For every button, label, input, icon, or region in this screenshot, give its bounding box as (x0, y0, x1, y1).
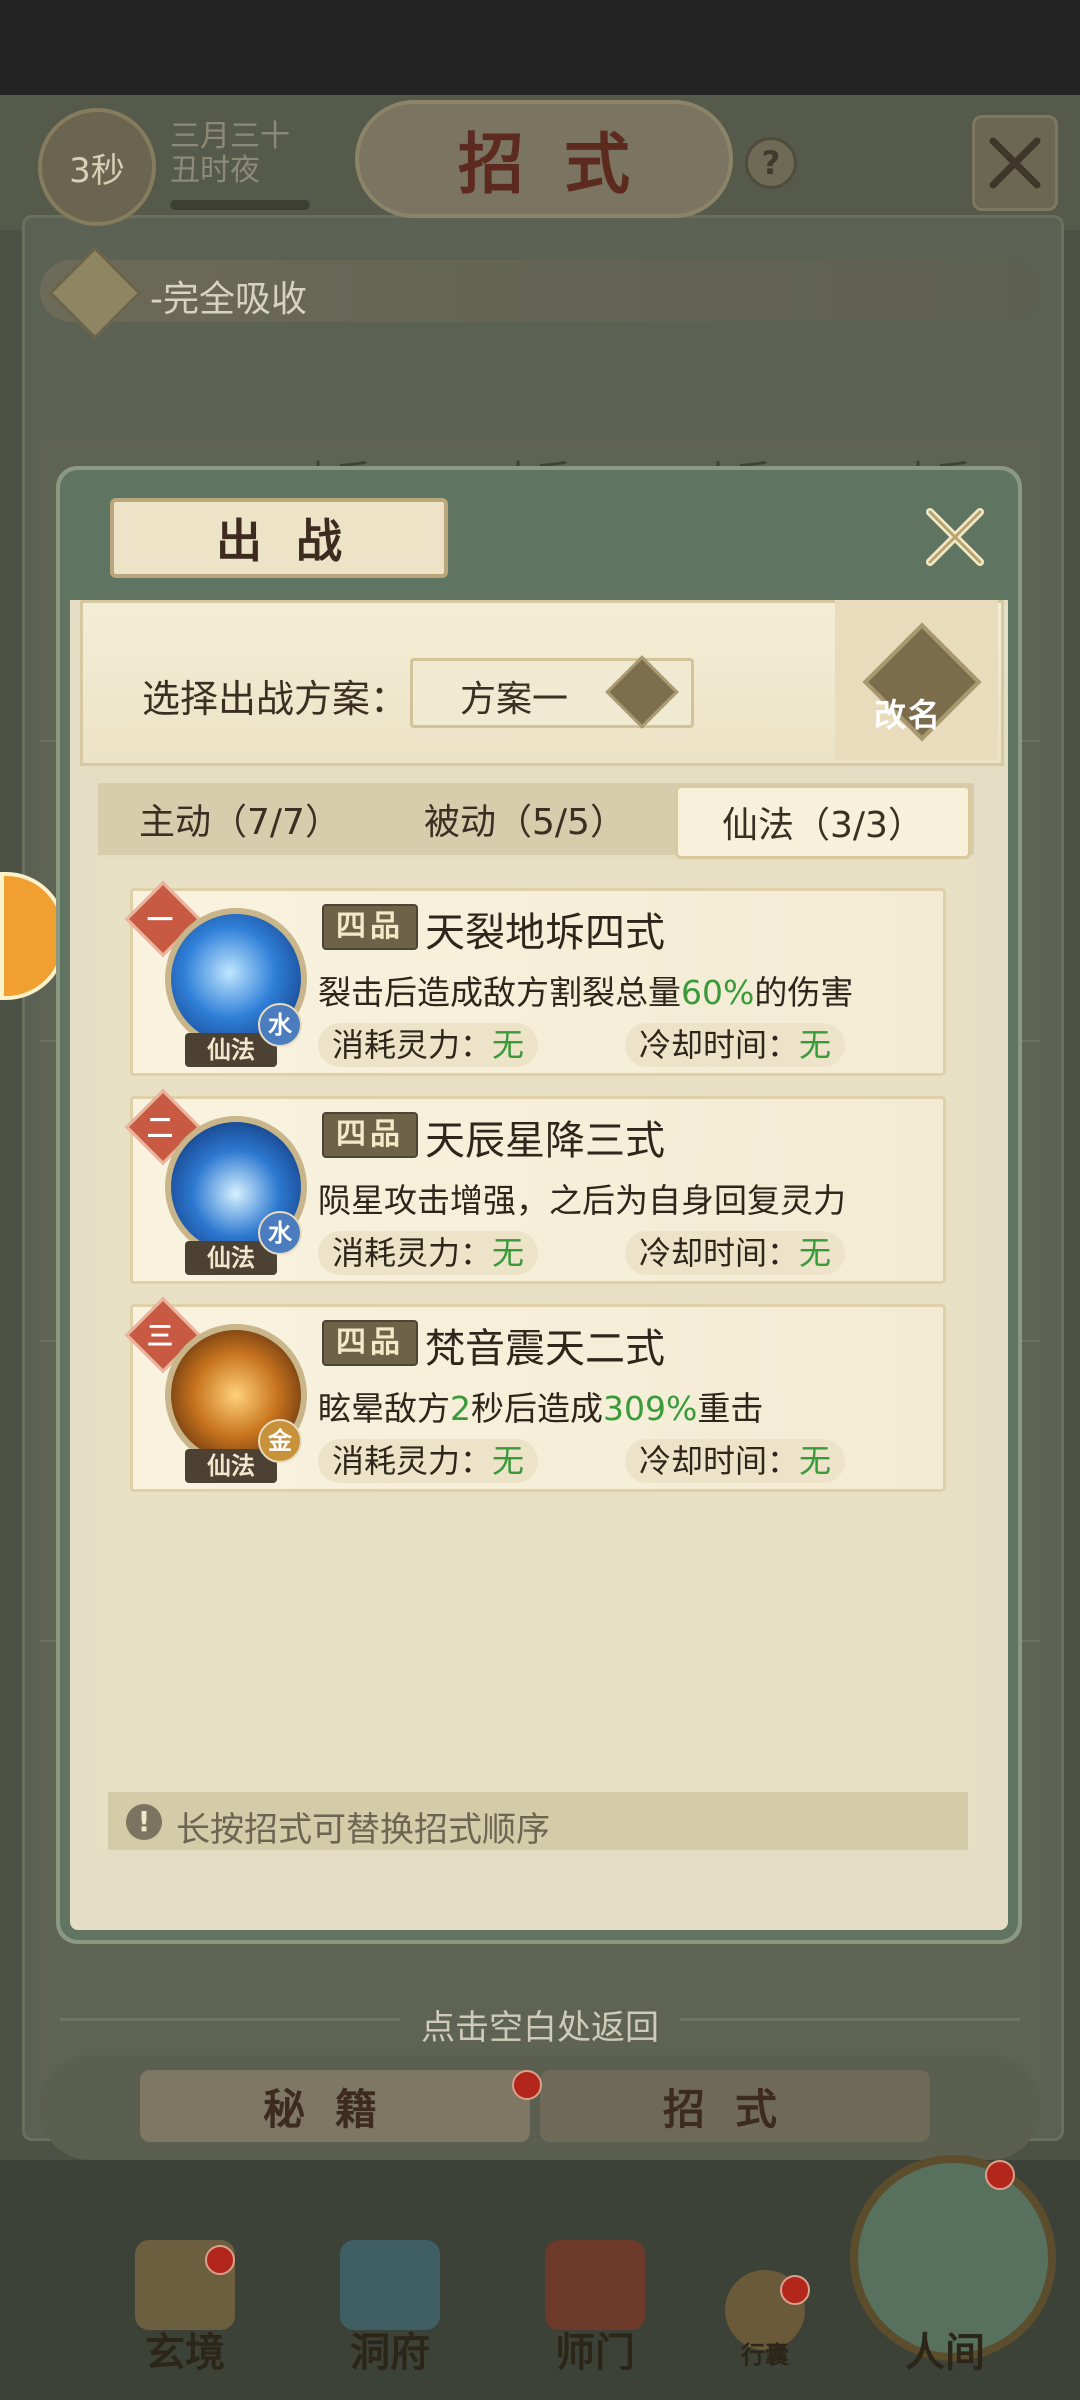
skill-description: 陨星攻击增强，之后为自身回复灵力 (318, 1174, 846, 1222)
cooldown-label: 冷却时间： (639, 1026, 800, 1064)
notification-dot (985, 2160, 1015, 2190)
close-icon-glyph (989, 137, 1041, 189)
cost-label: 消耗灵力： (332, 1442, 493, 1480)
page-title: 招式 (355, 100, 733, 218)
skill-desc-highlight: 309% (603, 1389, 698, 1428)
order-number: 三 (146, 1322, 173, 1352)
modal-title: 出战 (110, 498, 448, 578)
grade-badge: 四品 (322, 904, 418, 950)
tab-active-skills[interactable]: 主动（7/7） (110, 785, 370, 853)
nav-world[interactable]: 人间 (875, 2320, 1015, 2378)
order-number: 一 (146, 906, 173, 936)
timer-badge: 3秒 (38, 108, 156, 226)
skill-desc-text: 陨星攻击增强，之后为自身回复灵力 (318, 1181, 846, 1220)
skill-desc-text: 裂击后造成敌方割裂总量 (318, 973, 681, 1012)
rename-label[interactable]: 改名 (874, 690, 942, 736)
skill-name: 天裂地坼四式 (425, 910, 665, 956)
status-bar (0, 0, 1080, 95)
spirit-cost: 消耗灵力：无 (318, 1439, 539, 1483)
skill-description: 眩晕敌方2秒后造成309%重击 (318, 1382, 763, 1430)
cost-label: 消耗灵力： (332, 1026, 493, 1064)
skill-desc-highlight: 2 (450, 1389, 471, 1428)
scheme-value[interactable]: 方案一 (460, 670, 568, 722)
time-line: 丑时夜 (170, 153, 260, 188)
date-line: 三月三十 (170, 119, 290, 154)
skill-name: 天辰星降三式 (425, 1118, 665, 1164)
skill-desc-text: 重击 (697, 1389, 764, 1428)
skill-desc-highlight: 60% (681, 973, 755, 1012)
modal-close-button[interactable] (918, 500, 992, 574)
banner-icon[interactable] (545, 2240, 645, 2330)
cost-label: 消耗灵力： (332, 1234, 493, 1272)
element-badge: 水 (258, 1003, 302, 1047)
notification-dot (205, 2245, 235, 2275)
modal-title-text: 出战 (216, 514, 376, 568)
tab-moves[interactable]: 招式 (540, 2070, 930, 2142)
element-badge: 金 (258, 1419, 302, 1463)
cooldown: 冷却时间：无 (625, 1231, 846, 1275)
nav-mystic-realm[interactable]: 玄境 (115, 2320, 255, 2378)
date-display: 三月三十 丑时夜 (170, 120, 290, 188)
question-icon[interactable]: ? (745, 137, 797, 189)
grade-badge: 四品 (322, 1112, 418, 1158)
cooldown-label: 冷却时间： (639, 1442, 800, 1480)
scheme-label: 选择出战方案： (142, 677, 409, 721)
page-title-text: 招式 (458, 125, 670, 203)
cost-value: 无 (492, 1442, 525, 1480)
close-icon[interactable] (972, 115, 1058, 211)
cooldown-value: 无 (799, 1442, 832, 1480)
skill-desc-text: 眩晕敌方 (318, 1389, 450, 1428)
absorb-label: -完全吸收 (150, 279, 307, 320)
notification-dot (512, 2070, 542, 2100)
skill-desc-text: 秒后造成 (471, 1389, 603, 1428)
notification-dot (780, 2275, 810, 2305)
cooldown-value: 无 (799, 1026, 832, 1064)
pavilion-icon[interactable] (340, 2240, 440, 2330)
hint-text: 长按招式可替换招式顺序 (176, 1810, 550, 1850)
tab-secret-manual[interactable]: 秘籍 (140, 2070, 530, 2142)
nav-cave-dwelling[interactable]: 洞府 (320, 2320, 460, 2378)
spirit-cost: 消耗灵力：无 (318, 1023, 539, 1067)
nav-bag[interactable]: 行囊 (695, 2335, 835, 2370)
progress-bar (170, 200, 310, 210)
cooldown-label: 冷却时间： (639, 1234, 800, 1272)
skill-name: 梵音震天二式 (425, 1326, 665, 1372)
cost-value: 无 (492, 1026, 525, 1064)
timer-text: 3秒 (69, 150, 125, 191)
exclamation-icon: ! (126, 1804, 162, 1840)
close-icon (926, 508, 984, 566)
skill-description: 裂击后造成敌方割裂总量60%的伤害 (318, 966, 853, 1014)
tab-passive-skills[interactable]: 被动（5/5） (390, 785, 660, 853)
spirit-cost: 消耗灵力：无 (318, 1231, 539, 1275)
cooldown: 冷却时间：无 (625, 1439, 846, 1483)
element-badge: 水 (258, 1211, 302, 1255)
nav-sect[interactable]: 师门 (525, 2320, 665, 2378)
order-number: 二 (146, 1114, 173, 1144)
cooldown-value: 无 (799, 1234, 832, 1272)
tab-immortal-arts[interactable]: 仙法（3/3） (675, 785, 971, 859)
cooldown: 冷却时间：无 (625, 1023, 846, 1067)
grade-badge: 四品 (322, 1320, 418, 1366)
return-hint[interactable]: 点击空白处返回 (0, 2000, 1080, 2049)
skill-desc-text: 的伤害 (754, 973, 854, 1012)
cost-value: 无 (492, 1234, 525, 1272)
